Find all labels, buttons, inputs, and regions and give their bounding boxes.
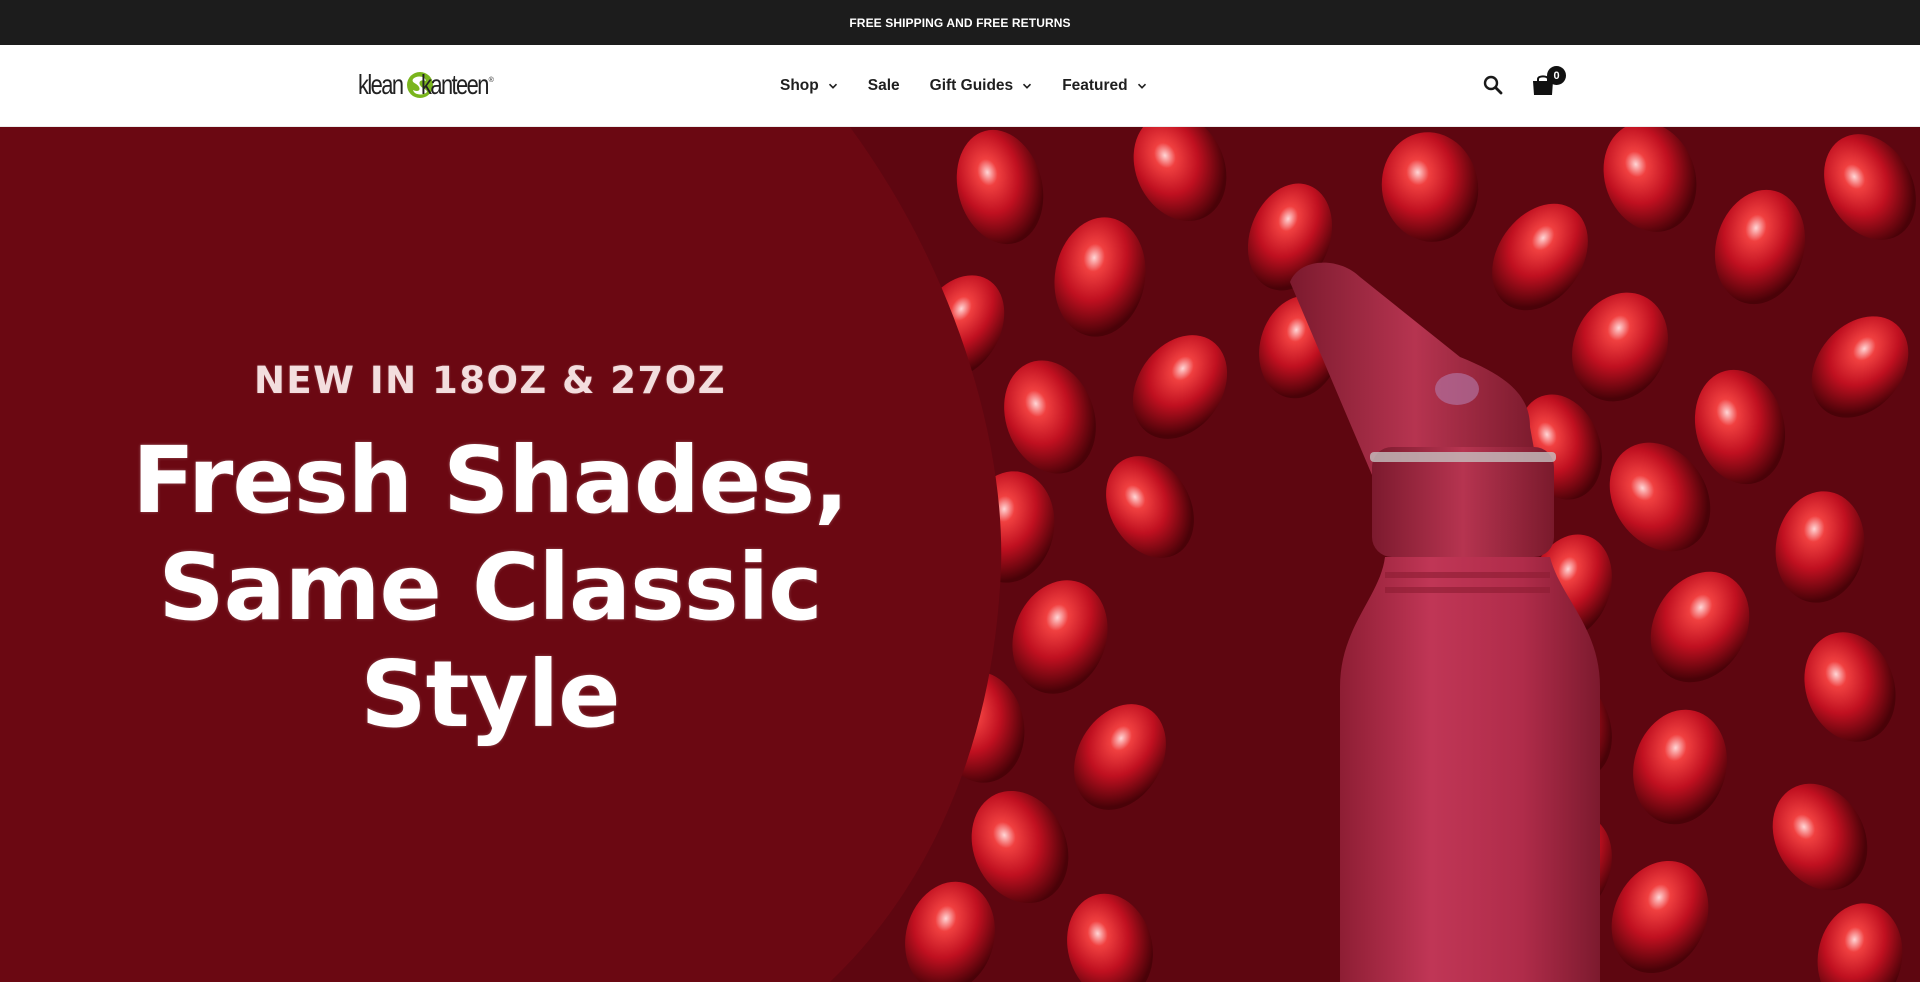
nav-item-label: Featured: [1062, 77, 1128, 94]
chevron-down-icon: [828, 83, 837, 89]
cart-count-badge: 0: [1547, 66, 1566, 85]
hero-eyebrow: NEW IN 18OZ & 27OZ: [253, 359, 727, 402]
nav-item-label: Shop: [780, 77, 819, 94]
nav-item-shop[interactable]: Shop: [780, 77, 838, 95]
chevron-down-icon: [1023, 83, 1032, 89]
nav-item-gift-guides[interactable]: Gift Guides: [930, 77, 1033, 95]
brand-logo[interactable]: klean kanteen ®: [358, 67, 494, 103]
search-icon[interactable]: [1481, 73, 1505, 97]
chevron-down-icon: [1137, 83, 1146, 89]
logo-word-kanteen: kanteen: [420, 69, 489, 100]
hero-title-line: Style: [360, 641, 620, 748]
hero-title-line: Fresh Shades,: [132, 427, 849, 534]
logo-word-klean: klean: [358, 69, 404, 100]
announcement-bar: FREE SHIPPING AND FREE RETURNS: [0, 0, 1920, 45]
nav-item-label: Gift Guides: [929, 77, 1014, 94]
page-bottom-strip: [0, 982, 1920, 993]
nav-item-label: Sale: [867, 77, 900, 94]
logo-registered-mark: ®: [488, 76, 494, 84]
hero-title: Fresh Shades, Same Classic Style: [0, 427, 980, 748]
hero-banner[interactable]: NEW IN 18OZ & 27OZ Fresh Shades, Same Cl…: [0, 127, 1920, 982]
hero-text-block: NEW IN 18OZ & 27OZ Fresh Shades, Same Cl…: [0, 127, 980, 982]
hero-title-line: Same Classic: [158, 534, 822, 641]
nav-item-featured[interactable]: Featured: [1062, 77, 1146, 95]
main-nav: Shop Sale Gift Guides Featured: [780, 45, 1177, 127]
site-header: klean kanteen ® Shop Sale Gift Guides Fe…: [0, 45, 1920, 127]
announcement-text: FREE SHIPPING AND FREE RETURNS: [849, 15, 1071, 30]
nav-item-sale[interactable]: Sale: [868, 77, 900, 95]
